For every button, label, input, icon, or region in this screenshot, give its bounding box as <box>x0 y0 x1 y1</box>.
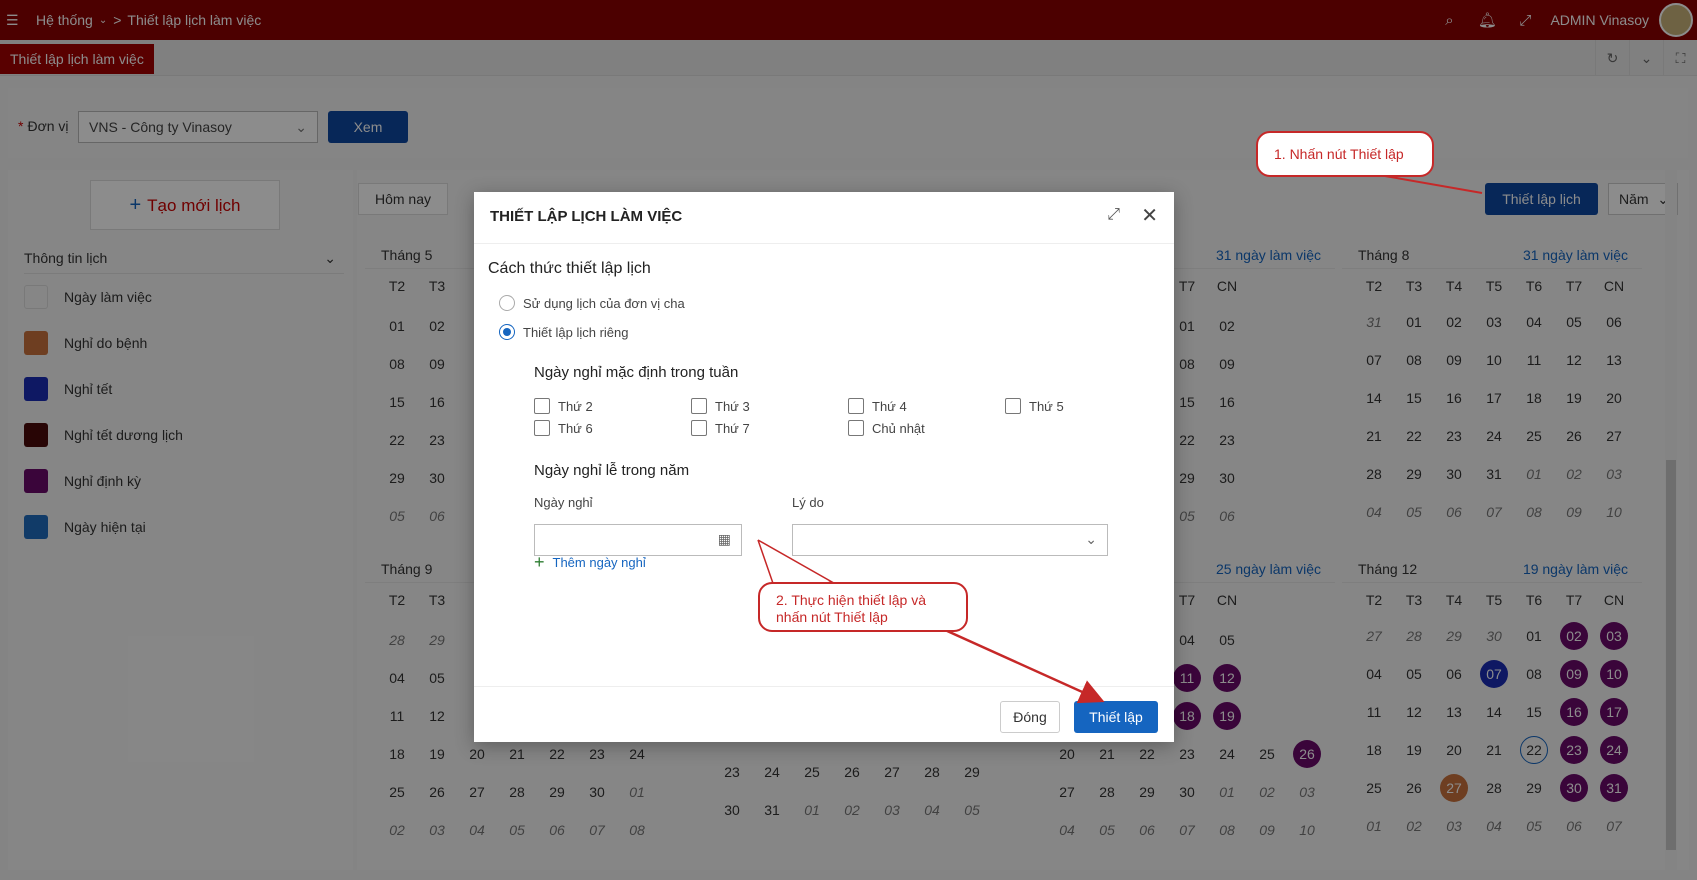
arrow-to-apply-button <box>944 628 1105 704</box>
callout-step-2-line2: nhấn nút Thiết lập <box>776 609 888 625</box>
callout-step-2: 2. Thực hiện thiết lập và nhấn nút Thiết… <box>758 582 968 632</box>
callout-step-1: 1. Nhấn nút Thiết lập <box>1256 131 1434 177</box>
callout-step-2-line1: 2. Thực hiện thiết lập và <box>776 592 926 608</box>
annotation-arrows <box>757 175 1483 704</box>
arrow-to-setup-button <box>1384 175 1483 194</box>
